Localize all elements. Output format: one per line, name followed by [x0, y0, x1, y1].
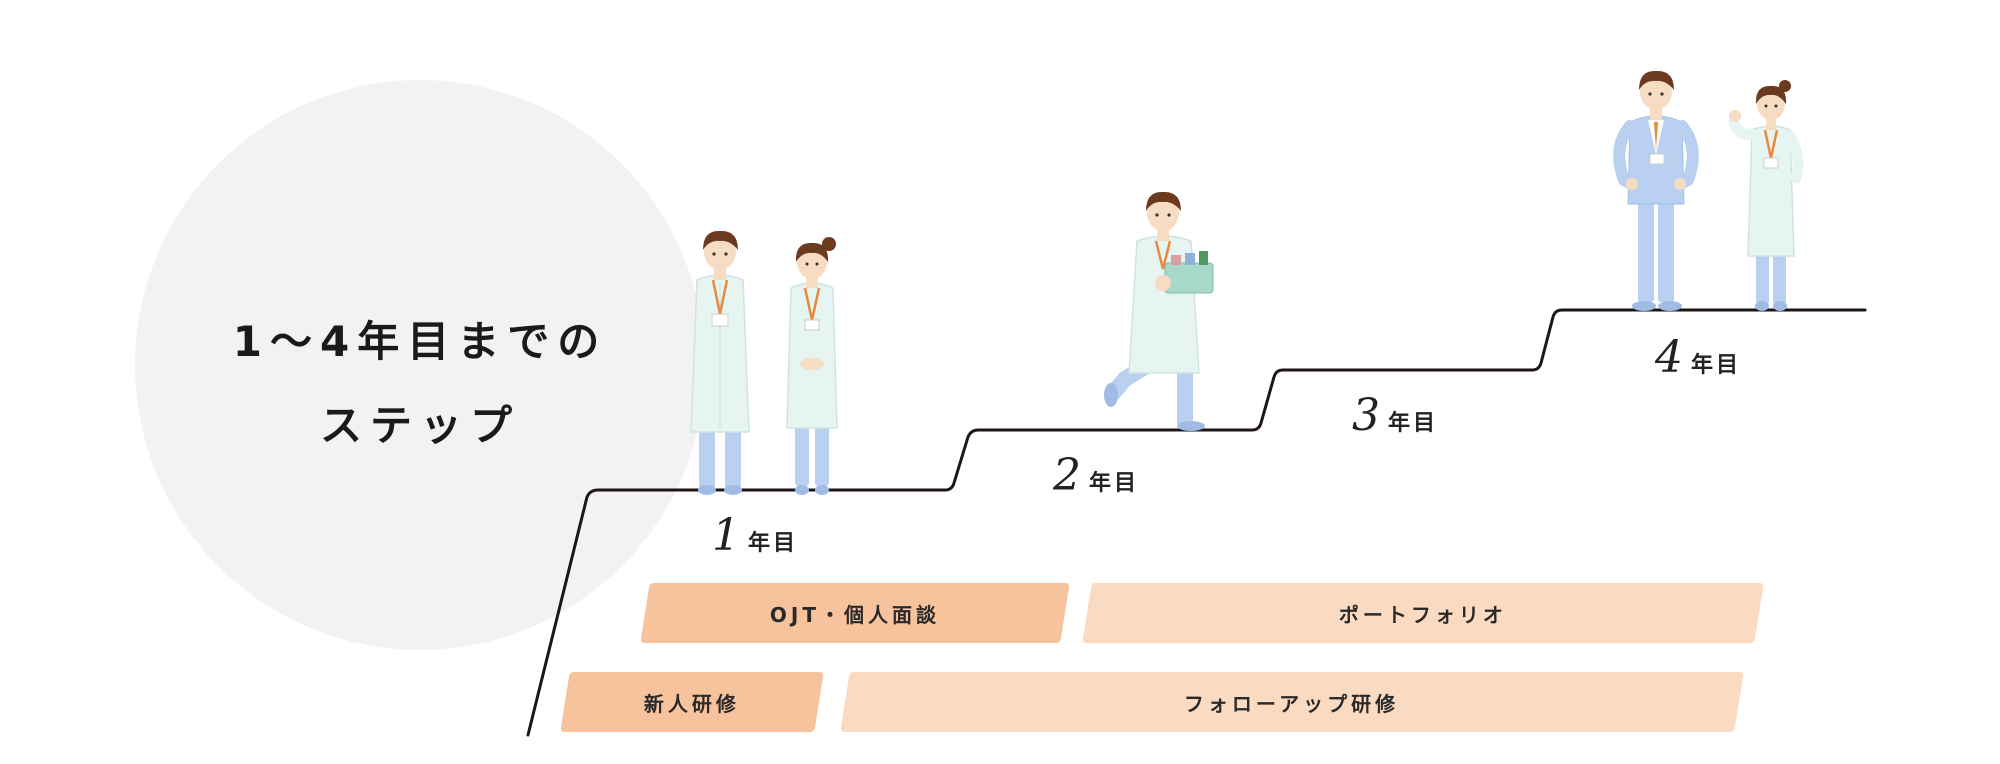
career-steps-diagram: 1〜4年目までの ステップ 1 年目 2 年目 3 年目 4 年目 OJT・個人… — [0, 0, 2000, 764]
staff-carrying-box-illustration — [1104, 191, 1214, 431]
program-bar-ojt: OJT・個人面談 — [640, 583, 1070, 643]
program-label: 新人研修 — [644, 691, 740, 716]
year-number: 3 — [1352, 390, 1380, 441]
year-unit: 年目 — [748, 531, 799, 556]
year-label-3: 3 年目 — [1352, 390, 1438, 441]
program-bar-portfolio: ポートフォリオ — [1082, 583, 1764, 643]
year-label-1: 1 年目 — [712, 510, 798, 561]
year-unit: 年目 — [1388, 411, 1439, 436]
year-unit: 年目 — [1089, 471, 1140, 496]
senior-female-staff-illustration — [1728, 80, 1804, 311]
year-label-2: 2 年目 — [1053, 450, 1139, 501]
year-number: 4 — [1655, 332, 1683, 383]
program-label: ポートフォリオ — [1339, 602, 1507, 627]
program-label: OJT・個人面談 — [769, 602, 941, 627]
year-unit: 年目 — [1691, 353, 1742, 378]
program-bar-followup-training: フォローアップ研修 — [840, 672, 1744, 732]
senior-male-staff-illustration — [1613, 70, 1699, 311]
female-staff-illustration — [786, 237, 838, 495]
program-label: フォローアップ研修 — [1184, 691, 1400, 716]
year-label-4: 4 年目 — [1655, 332, 1741, 383]
year-number: 2 — [1053, 450, 1081, 501]
program-bar-new-training: 新人研修 — [560, 672, 824, 732]
year-number: 1 — [712, 510, 740, 561]
male-staff-illustration — [690, 230, 750, 495]
